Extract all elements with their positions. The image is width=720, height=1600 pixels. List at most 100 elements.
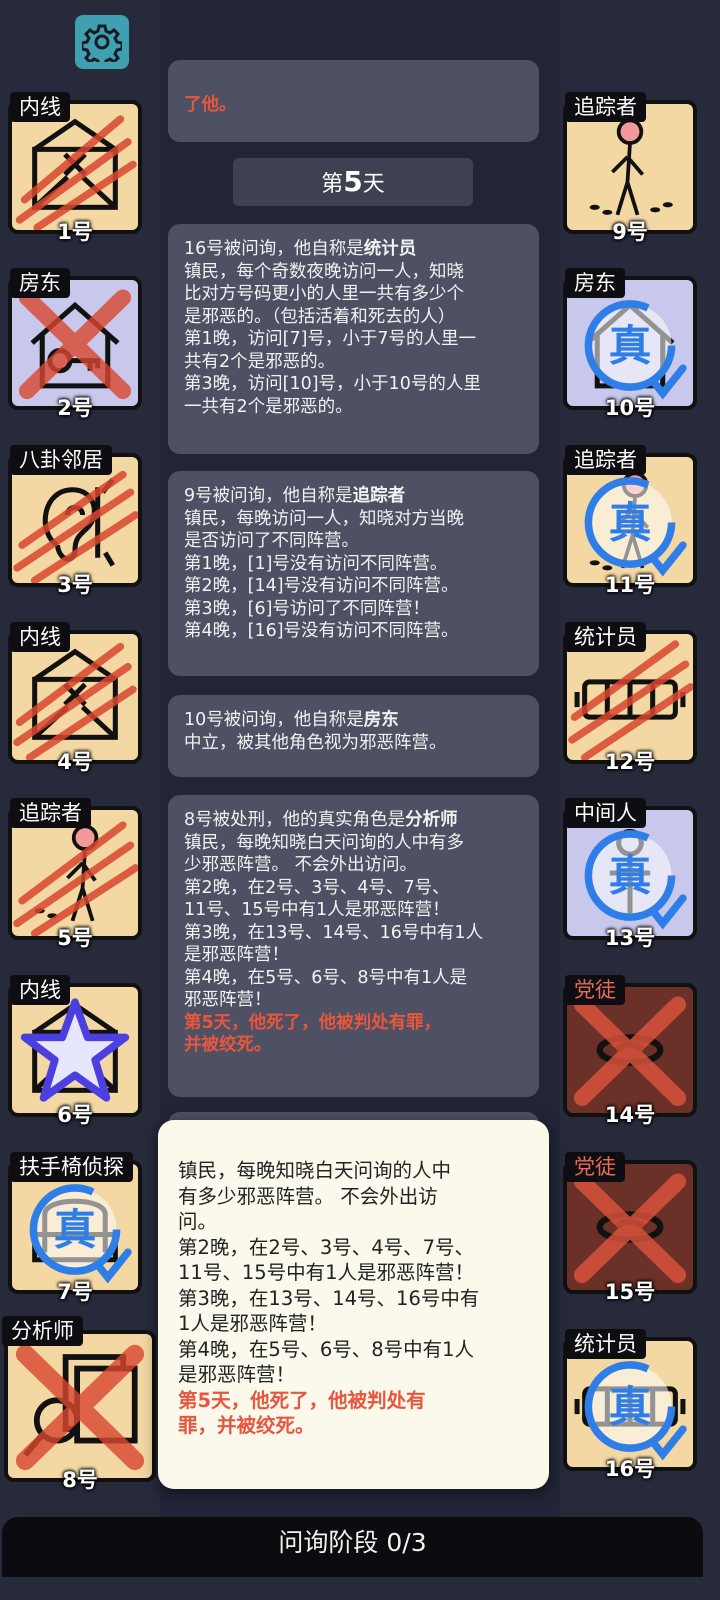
message-lead: 10号被问询，他自称是 <box>184 710 364 730</box>
star-mark-icon <box>20 998 130 1102</box>
stamp-text: 真 <box>609 852 652 902</box>
message-line: 一共有2个是邪恶的。 <box>184 396 353 417</box>
message-line: 第4晚，在5号、6号、8号中有1人是 <box>184 967 468 988</box>
player-card-2[interactable]: 房东 2号 <box>8 268 142 420</box>
message-role: 分析师 <box>405 810 458 830</box>
claw-slash-icon <box>13 821 138 936</box>
claw-slash-icon <box>13 470 138 583</box>
role-label: 房东 <box>10 268 70 298</box>
player-number: 16号 <box>604 1457 656 1481</box>
player-card-10[interactable]: 真 房东 10号 <box>563 268 697 420</box>
message-line: 第1晚，访问[7]号，小于7号的人里一 <box>184 329 477 349</box>
popup-line: 问。 <box>178 1210 218 1233</box>
cross-mark-icon <box>573 996 687 1107</box>
player-card-5[interactable]: 追踪者 5号 <box>8 798 142 950</box>
player-card-13[interactable]: 真 中间人 13号 <box>563 798 697 950</box>
role-detail-popup[interactable]: 镇民，每晚知晓白天问询的人中 有多少邪恶阵营。 不会外出访 问。 第2晚，在2号… <box>158 1120 549 1489</box>
role-label: 扶手椅侦探 <box>10 1152 133 1182</box>
day-suffix: 天 <box>362 172 385 197</box>
popup-red-line: 罪，并被绞死。 <box>178 1414 315 1437</box>
partial-text: 了他。 <box>184 95 237 115</box>
claw-slash-icon <box>13 642 137 760</box>
settings-button[interactable] <box>75 15 129 69</box>
role-label: 中间人 <box>565 798 646 828</box>
day-prefix: 第 <box>321 172 344 197</box>
message-line: 第2晚，在2号、3号、4号、7号、 <box>184 877 450 898</box>
verified-stamp-icon: 真 <box>584 300 687 400</box>
player-number: 5号 <box>57 926 93 950</box>
player-card-1[interactable]: 内线 1号 <box>8 92 142 244</box>
player-number: 11号 <box>604 573 656 597</box>
message-line: 第3晚，访问[10]号，小于10号的人里 <box>184 374 481 394</box>
stamp-text: 真 <box>609 499 652 549</box>
player-card-6[interactable]: 内线 6号 <box>8 975 142 1127</box>
player-card-15[interactable]: 党徒 15号 <box>563 1152 697 1304</box>
phase-bar: 问询阶段 0/3 <box>2 1517 703 1577</box>
player-number: 7号 <box>57 1280 93 1304</box>
popup-line: 第2晚，在2号、3号、4号、7号、 <box>178 1235 475 1259</box>
message-line: 共有2个是邪恶的。 <box>184 351 336 372</box>
role-label: 追踪者 <box>565 92 646 122</box>
message-line: 是邪恶的。（包括活着和死去的人） <box>184 306 456 327</box>
message-line: 镇民，每个奇数夜晚访问一人，知晓 <box>184 261 464 282</box>
log-message: 16号被问询，他自称是统计员 镇民，每个奇数夜晚访问一人，知晓 比对方号码更小的… <box>168 224 539 454</box>
message-line: 第3晚，在13号、14号、16号中有1人 <box>184 922 484 943</box>
role-label: 分析师 <box>2 1316 83 1346</box>
player-card-14[interactable]: 党徒 14号 <box>563 975 697 1127</box>
message-lead: 9号被问询，他自称是 <box>184 486 353 506</box>
popup-line: 镇民，每晚知晓白天问询的人中 <box>178 1159 452 1182</box>
day-number: 5 <box>343 165 363 198</box>
message-role: 追踪者 <box>352 486 406 506</box>
log-message: 10号被问询，他自称是房东 中立，被其他角色视为邪恶阵营。 <box>168 695 539 777</box>
message-red-line: 并被绞死。 <box>184 1035 272 1055</box>
player-card-8[interactable]: 分析师 8号 <box>2 1316 156 1492</box>
player-card-7[interactable]: 真 扶手椅侦探 7号 <box>8 1152 142 1304</box>
message-line: 中立，被其他角色视为邪恶阵营。 <box>184 732 447 753</box>
player-card-3[interactable]: 八卦邻居 3号 <box>8 445 142 597</box>
log-message: 9号被问询，他自称是追踪者 镇民，每晚访问一人，知晓对方当晚 是否访问了不同阵营… <box>168 471 539 676</box>
popup-line: 有多少邪恶阵营。 不会外出访 <box>178 1184 438 1208</box>
role-label: 追踪者 <box>565 445 646 475</box>
message-line: 是否访问了不同阵营。 <box>184 531 359 551</box>
player-card-16[interactable]: 真 统计员 16号 <box>563 1329 697 1481</box>
player-number: 12号 <box>604 750 656 774</box>
player-number: 6号 <box>57 1103 93 1127</box>
message-red-line: 第5天，他死了，他被判处有罪， <box>184 1012 442 1033</box>
phase-progress: 0/3 <box>386 1528 427 1557</box>
gear-icon <box>82 24 122 62</box>
popup-line: 第4晚，在5号、6号、8号中有1人 <box>178 1337 475 1361</box>
verified-stamp-icon: 真 <box>29 1184 132 1284</box>
player-number: 4号 <box>57 750 93 774</box>
message-line: 少邪恶阵营。 不会外出访问。 <box>184 855 418 875</box>
message-lead: 8号被处刑，他的真实角色是 <box>184 810 406 830</box>
cross-mark-icon <box>18 289 132 400</box>
role-label: 内线 <box>10 975 70 1005</box>
message-line: 邪恶阵营！ <box>184 990 272 1010</box>
role-label: 内线 <box>10 622 70 652</box>
message-line: 是邪恶阵营！ <box>184 945 289 965</box>
popup-red-line: 第5天，他死了，他被判处有 <box>178 1388 426 1412</box>
player-card-4[interactable]: 内线 4号 <box>8 622 142 774</box>
role-label: 八卦邻居 <box>10 445 112 475</box>
phase-label: 问询阶段 <box>278 1528 379 1557</box>
player-number: 13号 <box>604 926 656 950</box>
verified-stamp-icon: 真 <box>584 477 687 577</box>
message-role: 统计员 <box>363 239 417 259</box>
stick-figure-icon <box>589 118 673 216</box>
popup-line: 第3晚，在13号、14号、16号中有 <box>178 1286 480 1310</box>
player-card-11[interactable]: 真 追踪者 11号 <box>563 445 697 597</box>
player-number: 15号 <box>604 1280 656 1304</box>
player-number: 14号 <box>604 1103 656 1127</box>
message-line: 比对方号码更小的人里一共有多少个 <box>184 284 464 304</box>
role-label: 党徒 <box>565 1152 625 1182</box>
player-card-9[interactable]: 追踪者 9号 <box>563 92 697 244</box>
message-line: 第4晚，[16]号没有访问不同阵营。 <box>184 621 459 641</box>
player-card-12[interactable]: 统计员 12号 <box>563 622 697 774</box>
message-role: 房东 <box>363 710 399 730</box>
role-label: 内线 <box>10 92 70 122</box>
claw-slash-icon <box>568 640 693 760</box>
player-number: 8号 <box>62 1468 98 1492</box>
player-number: 1号 <box>57 220 93 244</box>
role-label: 统计员 <box>565 622 646 652</box>
message-lead: 16号被问询，他自称是 <box>184 239 364 259</box>
